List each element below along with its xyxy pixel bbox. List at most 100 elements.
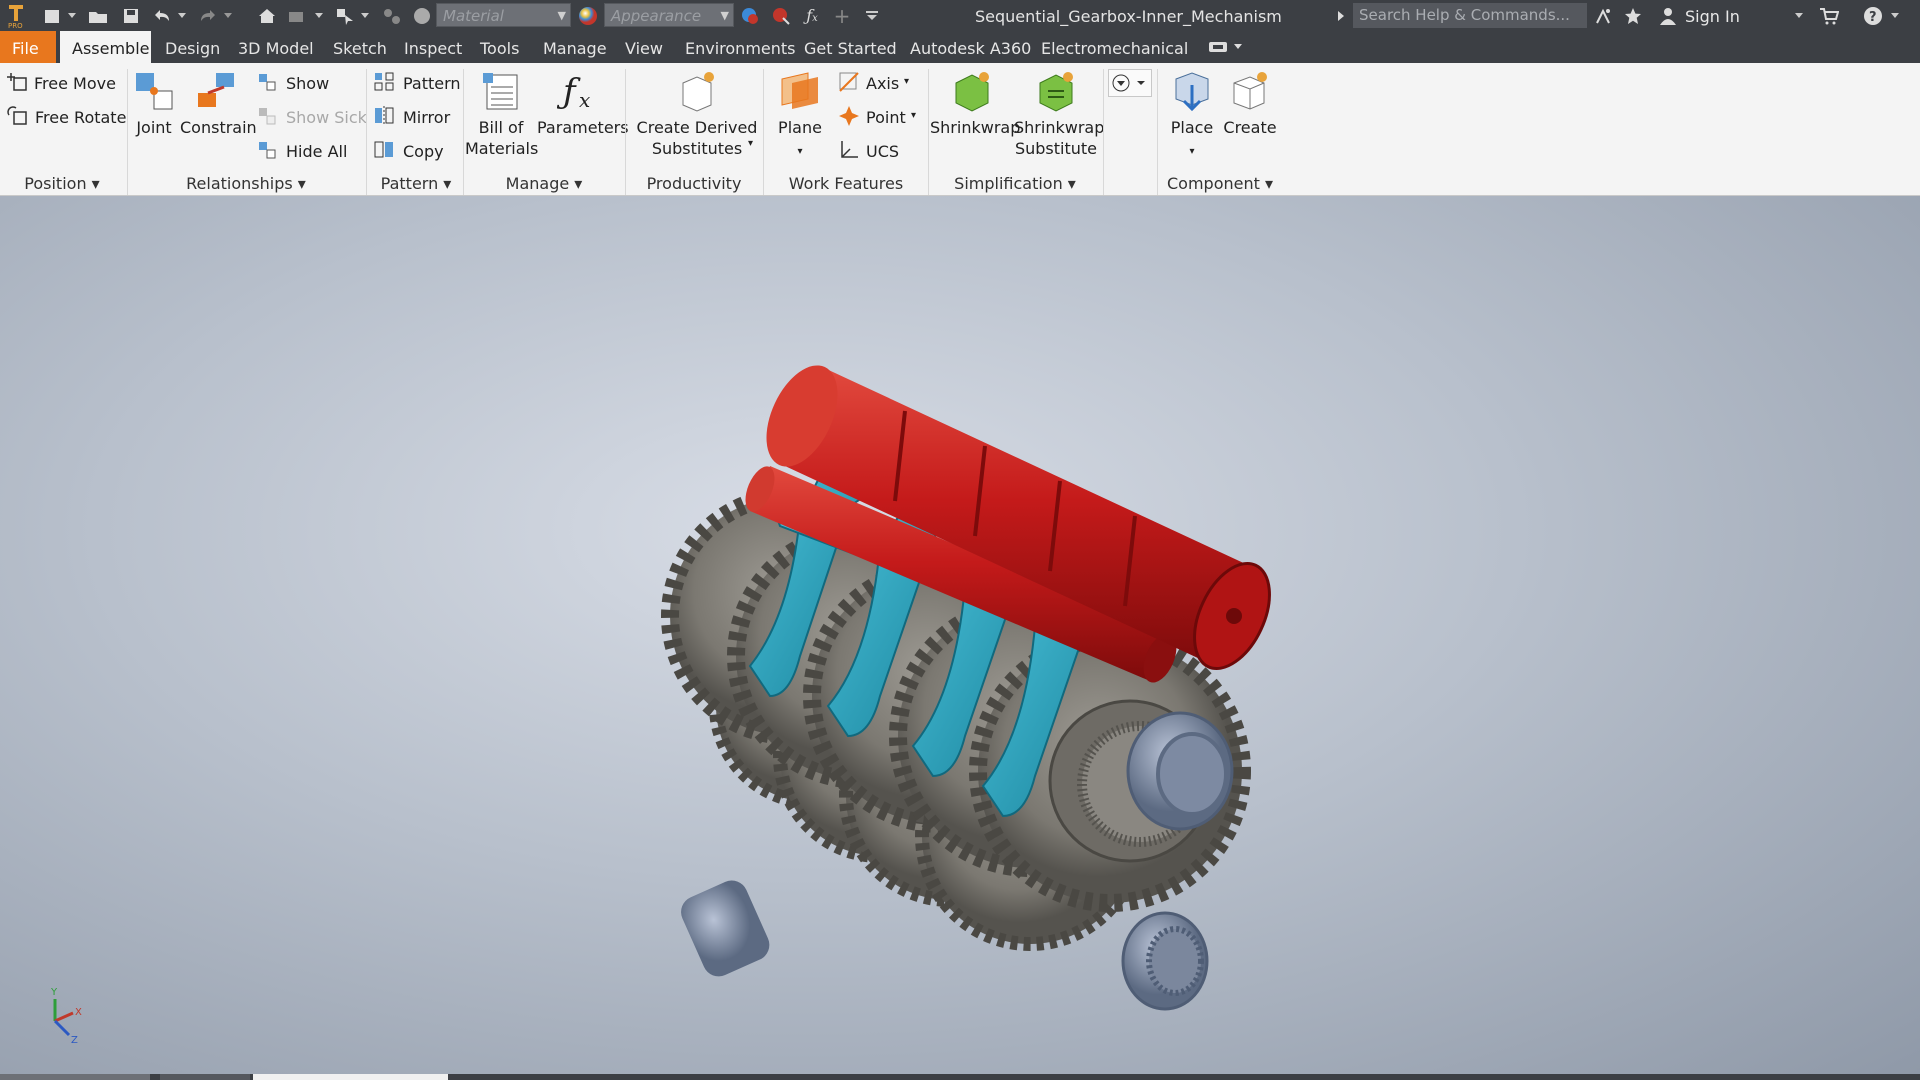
axis-button[interactable]: Axis bbox=[866, 74, 899, 93]
customize-dropdown-icon[interactable] bbox=[860, 3, 884, 28]
document-tab[interactable] bbox=[0, 1074, 150, 1080]
free-rotate-button[interactable]: Free Rotate bbox=[35, 108, 126, 127]
constrain-button[interactable]: Constrain bbox=[180, 69, 257, 138]
new-dropdown-icon[interactable] bbox=[66, 3, 78, 28]
tab-file[interactable]: File bbox=[0, 31, 56, 63]
material-combo[interactable]: Material ▼ bbox=[436, 3, 571, 27]
tab-electromechanical[interactable]: Electromechanical bbox=[1029, 31, 1200, 63]
plane-dropdown-icon[interactable]: ▾ bbox=[797, 146, 802, 157]
create-component-button[interactable]: Create bbox=[1222, 69, 1278, 138]
tab-3d-model[interactable]: 3D Model bbox=[226, 31, 326, 63]
new-file-icon[interactable] bbox=[40, 3, 64, 28]
graphics-viewport[interactable]: X Y Z bbox=[0, 196, 1920, 1074]
point-dropdown-icon[interactable]: ▾ bbox=[911, 110, 916, 121]
panel-label-simplification[interactable]: Simplification ▾ bbox=[930, 173, 1100, 195]
help-icon[interactable]: ? bbox=[1860, 3, 1886, 28]
show-icon bbox=[257, 72, 279, 96]
search-input[interactable]: Search Help & Commands... bbox=[1353, 3, 1587, 28]
panel-label-component[interactable]: Component ▾ bbox=[1160, 173, 1280, 195]
cds-dropdown-icon[interactable]: ▾ bbox=[748, 138, 753, 149]
tab-view[interactable]: View bbox=[613, 31, 675, 63]
constrain-label: Constrain bbox=[180, 118, 257, 137]
parameters-button[interactable]: ƒx Parameters bbox=[537, 69, 629, 138]
shrinkwrap-substitute-button[interactable]: Shrinkwrap Substitute bbox=[1014, 69, 1104, 159]
save-icon[interactable] bbox=[119, 3, 143, 28]
place-button[interactable]: Place ▾ bbox=[1162, 69, 1222, 162]
axis-dropdown-icon[interactable]: ▾ bbox=[904, 76, 909, 87]
clear-appearance-icon[interactable] bbox=[768, 3, 794, 28]
create-derived-substitutes-button[interactable]: Create Derived Substitutes bbox=[634, 69, 760, 159]
view-triad[interactable]: X Y Z bbox=[50, 987, 82, 1046]
pattern-button[interactable]: Pattern bbox=[403, 74, 461, 93]
undo-dropdown-icon[interactable] bbox=[176, 3, 188, 28]
panel-label-manage[interactable]: Manage ▾ bbox=[465, 173, 623, 195]
tab-manage[interactable]: Manage bbox=[531, 31, 619, 63]
point-button[interactable]: Point bbox=[866, 108, 906, 127]
panel-display-toggle-icon[interactable] bbox=[1208, 40, 1244, 54]
adjust-appearance-icon[interactable] bbox=[737, 3, 763, 28]
appearance-combo[interactable]: Appearance ▼ bbox=[604, 3, 734, 27]
place-dropdown-icon[interactable]: ▾ bbox=[1189, 146, 1194, 157]
panel-label-relationships[interactable]: Relationships ▾ bbox=[130, 173, 362, 195]
favorites-star-icon[interactable] bbox=[1621, 3, 1645, 28]
panel-label-pattern[interactable]: Pattern ▾ bbox=[368, 173, 464, 195]
plane-icon bbox=[781, 72, 818, 109]
panel-divider bbox=[1157, 69, 1158, 195]
open-folder-icon[interactable] bbox=[86, 3, 110, 28]
tab-assemble[interactable]: Assemble bbox=[60, 31, 151, 63]
tab-design[interactable]: Design bbox=[153, 31, 232, 63]
tab-get-started[interactable]: Get Started bbox=[792, 31, 909, 63]
tab-autodesk-a360[interactable]: Autodesk A360 bbox=[898, 31, 1043, 63]
return-dropdown-icon[interactable] bbox=[313, 3, 325, 28]
expand-arrow-icon[interactable] bbox=[1335, 3, 1347, 28]
hide-all-button[interactable]: Hide All bbox=[286, 142, 347, 161]
panel-divider bbox=[763, 69, 764, 195]
inventor-logo-icon[interactable]: PRO bbox=[4, 3, 28, 29]
ucs-button[interactable]: UCS bbox=[866, 142, 899, 161]
appearance-ball-icon[interactable] bbox=[575, 3, 601, 28]
show-button[interactable]: Show bbox=[286, 74, 329, 93]
fx-icon[interactable]: ƒx bbox=[800, 3, 824, 28]
show-sick-button[interactable]: Show Sick bbox=[286, 108, 367, 127]
home-icon[interactable] bbox=[255, 3, 279, 28]
plus-icon[interactable]: + bbox=[830, 3, 854, 28]
joint-button[interactable]: Joint bbox=[130, 69, 178, 138]
sign-in-dropdown-icon[interactable] bbox=[1792, 3, 1806, 28]
parameters-label: Parameters bbox=[537, 118, 629, 137]
tab-inspect[interactable]: Inspect bbox=[392, 31, 474, 63]
panel-label-position[interactable]: Position ▾ bbox=[0, 173, 124, 195]
tab-sketch[interactable]: Sketch bbox=[321, 31, 399, 63]
undo-icon[interactable] bbox=[150, 3, 174, 28]
plane-button[interactable]: Plane ▾ bbox=[770, 69, 830, 162]
redo-icon[interactable] bbox=[196, 3, 220, 28]
sign-in-link[interactable]: Sign In bbox=[1685, 0, 1740, 31]
sphere-icon[interactable] bbox=[410, 3, 434, 28]
title-bar: PRO Material ▼ Appearance ▼ ƒx + Sequent… bbox=[0, 0, 1920, 31]
update-icon[interactable] bbox=[380, 3, 404, 28]
panel-divider bbox=[1103, 69, 1104, 195]
gearbox-model[interactable]: X Y Z bbox=[0, 196, 1920, 1074]
copy-button[interactable]: Copy bbox=[403, 142, 444, 161]
view-filter-dropdown[interactable] bbox=[1108, 69, 1152, 97]
input-shaft-stub[interactable] bbox=[676, 875, 775, 981]
cart-icon[interactable] bbox=[1816, 3, 1842, 28]
bill-of-materials-button[interactable]: Bill of Materials bbox=[465, 69, 538, 159]
free-move-button[interactable]: Free Move bbox=[34, 74, 116, 93]
output-bearing[interactable] bbox=[1126, 711, 1234, 831]
user-icon[interactable] bbox=[1656, 3, 1680, 28]
help-dropdown-icon[interactable] bbox=[1888, 3, 1902, 28]
tab-environments[interactable]: Environments bbox=[673, 31, 808, 63]
document-tab[interactable] bbox=[160, 1074, 250, 1080]
document-title: Sequential_Gearbox-Inner_Mechanism bbox=[975, 7, 1282, 26]
select-dropdown-icon[interactable] bbox=[359, 3, 371, 28]
mirror-button[interactable]: Mirror bbox=[403, 108, 450, 127]
redo-dropdown-icon[interactable] bbox=[222, 3, 234, 28]
select-mode-icon[interactable] bbox=[333, 3, 357, 28]
output-shaft-spline[interactable] bbox=[1121, 911, 1209, 1011]
tab-tools[interactable]: Tools bbox=[468, 31, 531, 63]
shrinkwrap-button[interactable]: Shrinkwrap bbox=[930, 69, 1020, 138]
document-tab-active[interactable] bbox=[253, 1074, 448, 1080]
panel-label-manage-text: Manage bbox=[505, 174, 570, 193]
return-icon[interactable] bbox=[285, 3, 309, 28]
binoculars-icon[interactable] bbox=[1591, 3, 1615, 28]
